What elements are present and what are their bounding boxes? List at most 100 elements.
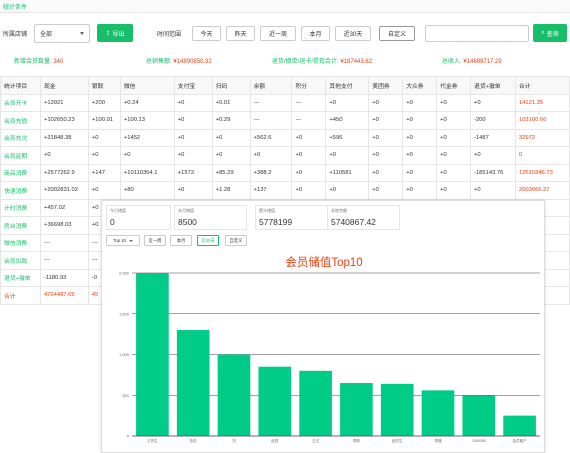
table-cell: +0: [325, 181, 370, 200]
table-cell: -1180.93: [39, 268, 89, 287]
stat-local-balance: 本地余额 5740867.42: [327, 205, 400, 230]
table-cell: +0: [436, 146, 472, 165]
topn-select[interactable]: Top 10: [106, 235, 140, 246]
chart-bar: [340, 383, 373, 436]
table-cell: +36698.03: [39, 216, 89, 235]
column-header[interactable]: 银联: [87, 76, 121, 95]
table-cell: +80: [119, 181, 175, 200]
x-tick-label: 赵先生: [392, 438, 403, 443]
chart-bar: [258, 366, 292, 436]
stat-today-topup: 今日储值 0: [106, 205, 171, 230]
x-tick-label: 1300008: [472, 439, 486, 443]
row-label: 会员开卡: [0, 93, 41, 112]
table-cell: +0: [291, 181, 327, 200]
table-cell: +0: [173, 146, 213, 165]
column-header[interactable]: 退货+撤单: [470, 76, 516, 95]
table-cell: +0: [173, 181, 213, 200]
chart-range-custom-button[interactable]: 自定义: [225, 235, 247, 246]
table-cell: +0: [368, 111, 404, 130]
column-header[interactable]: 微信: [119, 76, 175, 95]
stat-title: 本地余额: [331, 208, 347, 213]
column-header[interactable]: 大众券: [402, 76, 438, 95]
table-cell: +0: [291, 128, 327, 147]
range-yesterday-button[interactable]: 昨天: [226, 25, 255, 41]
table-row: 会员开卡 +13921 +200 +0.24 +0 +0.01 --- --- +0 +0 +0 +0…: [0, 93, 570, 112]
total-sales-value: ¥14890850.32: [173, 59, 212, 65]
chart-range-month-button[interactable]: 本月: [170, 235, 192, 246]
stat-value: 5778199: [259, 217, 293, 227]
summary-row: 新增会员数量: 340 总销售额: ¥14890850.32 退货/撤单/退卡/…: [0, 54, 570, 67]
returns-value: ¥187443.82: [340, 59, 373, 65]
table-cell: +0: [173, 111, 213, 130]
table-cell: +0: [173, 93, 213, 112]
chart-bar: [136, 273, 169, 436]
chart-range-week-button[interactable]: 近一周: [144, 235, 166, 246]
topup-chart-area: 会员储值Top10 0 500 1,000 1,500 2,000 王先生 张总刘赵四 王五李…: [102, 256, 546, 453]
range-month-button[interactable]: 本月: [301, 25, 330, 41]
range-today-button[interactable]: 今天: [192, 25, 221, 41]
search-input[interactable]: [425, 24, 529, 42]
range-custom-button[interactable]: 自定义: [379, 25, 415, 41]
range-30days-button[interactable]: 近30天: [335, 25, 371, 41]
topup-bar-chart: 0 500 1,000 1,500 2,000 王先生 张总 刘 赵四 王五 李刚 赵先生 李福 1300…: [119, 271, 540, 443]
table-cell: +0: [368, 128, 404, 147]
table-cell: ---: [39, 233, 89, 252]
table-cell: +0: [436, 163, 472, 182]
table-cell: +0: [87, 146, 121, 165]
row-label: 计时消费: [0, 198, 41, 217]
export-icon: ⇪: [105, 30, 111, 37]
table-cell: +2002831.02: [39, 181, 89, 200]
table-cell: +1.28: [211, 181, 251, 200]
column-header[interactable]: 积分: [291, 76, 327, 95]
table-cell: ---: [291, 111, 327, 130]
table-cell: +102650.23: [39, 111, 89, 130]
total-sales-label: 总销售额:: [146, 59, 172, 65]
range-week-button[interactable]: 近一周: [260, 25, 296, 41]
table-cell: +596: [325, 128, 370, 147]
y-tick-label: 2,000: [119, 271, 130, 276]
column-header[interactable]: 余额: [249, 76, 293, 95]
column-header[interactable]: 统计项目: [0, 76, 41, 95]
conditions-title: 统计条件: [3, 4, 28, 11]
x-tick-label: 李刚: [353, 438, 360, 443]
table-cell: +31848.38: [39, 128, 89, 147]
stat-title: 今日储值: [110, 208, 126, 213]
column-header[interactable]: 美团券: [368, 76, 404, 95]
chart-range-30days-button[interactable]: 近30天: [197, 235, 219, 246]
chart-bar: [217, 354, 251, 436]
table-cell: +0: [436, 128, 472, 147]
table-cell: +0: [87, 181, 121, 200]
table-row: 会员充次 +31848.38 +0 +1452 +0 +0 +562.6 +0 +596 +0 +0…: [0, 128, 570, 147]
column-header[interactable]: 扫码: [211, 76, 251, 95]
table-cell: +0.29: [211, 111, 251, 130]
y-tick-label: 1,500: [119, 311, 130, 316]
table-cell: +457.02: [39, 198, 89, 217]
column-header[interactable]: 支付宝: [173, 76, 213, 95]
column-header[interactable]: 合计: [514, 76, 570, 95]
column-header[interactable]: 代金券: [436, 76, 472, 95]
row-label: 商品消费: [0, 163, 41, 182]
table-cell: +0: [368, 146, 404, 165]
table-cell: 103100.66: [514, 111, 570, 130]
table-cell: +0: [249, 146, 293, 165]
store-select[interactable]: 全部: [34, 23, 90, 43]
x-tick-label: 王先生: [147, 438, 158, 443]
returns-stat: 退货/撤单/退卡/提现合计: ¥187443.82: [272, 56, 372, 65]
x-tick-label: 李福: [435, 438, 443, 443]
table-row: 会员充值 +102650.23 +100.01 +100.13 +0 +0.29 --- --…: [0, 111, 570, 130]
row-label: 快速消费: [0, 181, 41, 200]
table-cell: +2577262.9: [39, 163, 89, 182]
time-range-label: 时间范围: [157, 31, 182, 38]
search-button[interactable]: ⌕ 查询: [533, 24, 567, 42]
table-cell: +0: [402, 146, 438, 165]
y-tick-label: 500: [122, 393, 129, 398]
table-cell: +388.2: [249, 163, 293, 182]
table-cell: +0: [325, 93, 370, 112]
export-button[interactable]: ⇪ 导出: [97, 24, 133, 42]
table-cell: +137: [249, 181, 293, 200]
stat-month-topup: 本月储值 8500: [174, 205, 247, 230]
chart-bar: [503, 415, 536, 436]
column-header[interactable]: 其他支付: [325, 76, 370, 95]
column-header[interactable]: 现金: [39, 76, 89, 95]
table-cell: +85.29: [211, 163, 251, 182]
